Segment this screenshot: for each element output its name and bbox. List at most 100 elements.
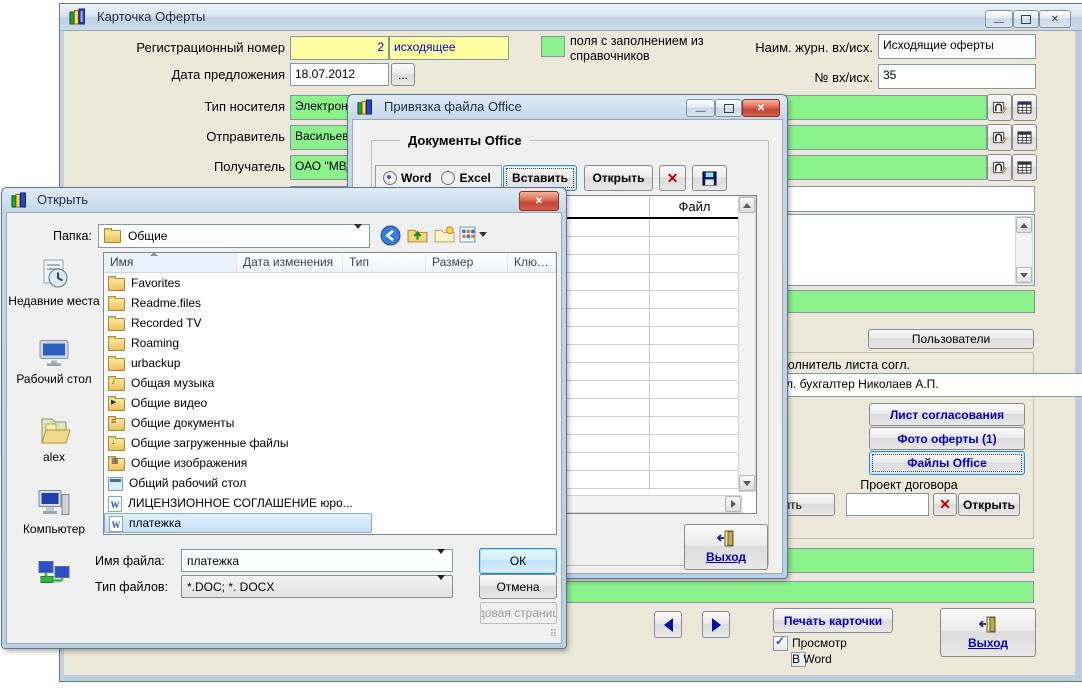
file-row[interactable]: платежка [104, 513, 372, 533]
column-header-3[interactable]: Тип [343, 253, 426, 272]
folder-images-icon [108, 458, 125, 471]
offer-date-label: Дата предложения [60, 67, 285, 82]
file-row[interactable]: Общий рабочий стол [104, 473, 556, 493]
minimize-button[interactable]: — [985, 10, 1013, 28]
file-listview[interactable]: ИмяДата измененияТипРазмерКлючевые ... F… [103, 252, 557, 535]
directory-icon[interactable] [987, 124, 1012, 151]
user-folder-icon [8, 412, 100, 448]
resize-grip[interactable]: ⠿ [550, 629, 558, 640]
main-exit-button[interactable]: Выход [940, 608, 1036, 657]
file-name: Общий рабочий стол [129, 476, 246, 490]
filename-combobox[interactable]: платежка [181, 549, 453, 572]
registration-direction-field[interactable]: исходящее [389, 36, 509, 60]
office-close-button[interactable]: ✕ [742, 99, 780, 117]
office-open-button[interactable]: Открыть [584, 165, 653, 191]
file-row[interactable]: urbackup [104, 353, 556, 373]
folder-combobox-value: Общие [128, 229, 167, 243]
office-exit-button[interactable]: Выход [684, 524, 768, 570]
file-row[interactable]: Общие изображения [104, 453, 556, 473]
back-icon[interactable] [380, 225, 401, 249]
file-name: Readme.files [131, 296, 201, 310]
directory-icon[interactable] [987, 154, 1012, 181]
column-header-4[interactable]: Размер [426, 253, 508, 272]
sidebar-item-label: Рабочий стол [8, 372, 100, 386]
shared-desktop-icon [108, 477, 123, 491]
file-row[interactable]: Общие видео [104, 393, 556, 413]
sender-label: Отправитель [60, 129, 285, 144]
new-folder-icon[interactable] [434, 225, 455, 247]
office-dialog-books-icon [357, 99, 373, 118]
excel-radio[interactable] [441, 171, 455, 185]
office-table-vscrollbar[interactable] [738, 196, 756, 492]
office-group-label: Документы Office [400, 133, 530, 148]
file-row[interactable]: Общие загруженные файлы [104, 433, 556, 453]
cancel-button[interactable]: Отмена [479, 574, 557, 599]
chevron-down-icon [354, 229, 362, 243]
next-record-button[interactable] [702, 611, 730, 638]
folder-combobox[interactable]: Общие [98, 224, 370, 248]
codepage-button-disabled: довая страниц [480, 602, 557, 624]
sidebar-item-Рабочий стол[interactable]: Рабочий стол [8, 334, 100, 386]
file-name: urbackup [131, 356, 180, 370]
sidebar-item-label: alex [8, 450, 100, 464]
table-icon[interactable] [1012, 94, 1037, 121]
sidebar-item-Недавние места[interactable]: Недавние места [8, 256, 100, 308]
folder-icon [108, 358, 125, 371]
main-titlebar: Карточка Оферты — ✕ [60, 4, 1082, 31]
file-row[interactable]: ЛИЦЕНЗИОННОЕ СОГЛАШЕНИЕ юро... [104, 493, 556, 513]
table-icon[interactable] [1012, 154, 1037, 181]
file-row[interactable]: Readme.files [104, 293, 556, 313]
contract-open-button[interactable]: Открыть [958, 493, 1020, 516]
registration-number-field[interactable]: 2 [290, 36, 389, 60]
office-delete-icon[interactable]: ✕ [659, 165, 686, 191]
column-header-2[interactable]: Дата изменения [237, 253, 343, 272]
date-browse-button[interactable]: ... [391, 63, 415, 86]
column-header-1[interactable]: Имя [104, 253, 237, 272]
contract-delete-icon[interactable]: ✕ [933, 493, 957, 516]
sidebar-item-network[interactable] [8, 556, 100, 592]
file-row[interactable]: Favorites [104, 273, 556, 293]
office-exit-label: Выход [706, 550, 746, 564]
sidebar-item-label: Недавние места [8, 294, 100, 308]
ok-button[interactable]: ОК [479, 548, 557, 574]
office-save-icon[interactable] [692, 165, 727, 191]
sidebar-item-alex[interactable]: alex [8, 412, 100, 464]
print-card-button[interactable]: Печать карточки [773, 608, 893, 633]
table-icon[interactable] [1012, 124, 1037, 151]
preview-checkbox[interactable] [773, 636, 788, 651]
filetype-combobox[interactable]: *.DOC; *. DOCX [181, 575, 453, 598]
textarea-scrollbar[interactable] [1015, 216, 1033, 284]
open-close-button[interactable]: ✕ [519, 191, 559, 211]
users-button[interactable]: Пользователи [868, 329, 1034, 349]
approval-sheet-button[interactable]: Лист согласования [869, 403, 1025, 426]
offer-photo-button[interactable]: Фото оферты (1) [869, 427, 1025, 450]
column-header-5[interactable]: Ключевые ... [508, 253, 556, 272]
registration-label: Регистрационный номер [60, 40, 285, 55]
file-row[interactable]: Общая музыка [104, 373, 556, 393]
open-dialog-books-icon [11, 192, 27, 211]
word-radio[interactable] [383, 171, 397, 185]
window-border-right [1075, 30, 1082, 681]
file-row[interactable]: Общие документы [104, 413, 556, 433]
directory-icon[interactable] [987, 94, 1012, 121]
io-number-field[interactable]: 35 [878, 64, 1036, 89]
office-maximize-button[interactable] [715, 99, 742, 117]
maximize-button[interactable] [1013, 10, 1039, 28]
sidebar-item-Компьютер[interactable]: Компьютер [8, 484, 100, 536]
office-files-button[interactable]: Файлы Office [869, 451, 1025, 475]
folder-music-icon [108, 378, 125, 391]
offer-date-field[interactable]: 18.07.2012 [290, 63, 389, 86]
word-doc-icon [108, 496, 122, 512]
office-minimize-button[interactable]: — [686, 99, 715, 117]
file-row[interactable]: Roaming [104, 333, 556, 353]
close-button[interactable]: ✕ [1039, 10, 1071, 28]
folder-label: Папка: [53, 229, 92, 243]
file-name: Общие загруженные файлы [131, 436, 288, 450]
file-row[interactable]: Recorded TV [104, 313, 556, 333]
up-one-level-icon[interactable] [407, 225, 428, 247]
views-menu-icon[interactable] [459, 226, 487, 243]
journal-field[interactable]: Исходящие оферты [878, 34, 1036, 59]
desktop: Карточка Оферты — ✕ Регистрационный номе… [0, 0, 1082, 688]
prev-record-button[interactable] [654, 611, 682, 638]
contract-field[interactable] [846, 493, 929, 516]
